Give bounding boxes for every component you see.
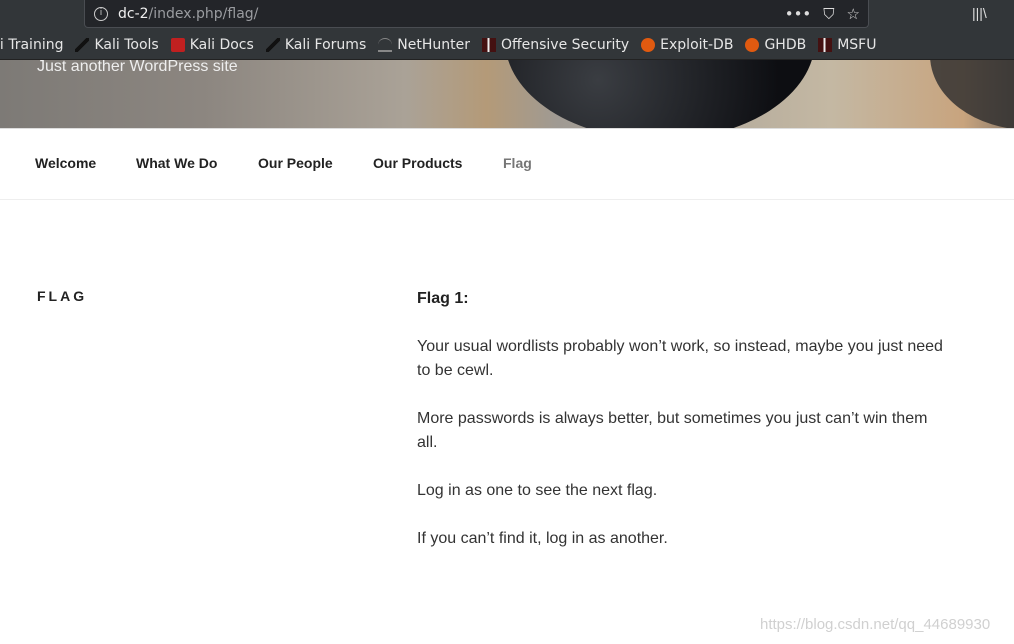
nav-our-products[interactable]: Our Products <box>373 155 462 171</box>
bookmark-label: Exploit-DB <box>660 36 734 53</box>
bookmark-label: GHDB <box>764 36 807 53</box>
nav-what-we-do[interactable]: What We Do <box>136 155 217 171</box>
nav-flag[interactable]: Flag <box>503 155 532 171</box>
url-bar[interactable]: i dc-2/index.php/flag/ ••• ⛉ ☆ <box>84 0 869 28</box>
ghdb-icon <box>745 37 760 52</box>
header-image: Just another WordPress site <box>0 60 1014 128</box>
header-image-object <box>505 60 815 128</box>
bookmark-label: Kali Docs <box>189 36 254 53</box>
bookmark-label: MSFU <box>837 36 877 53</box>
kali-dragon-icon <box>75 37 90 52</box>
paragraph: Your usual wordlists probably won’t work… <box>417 338 943 379</box>
main-navigation: Welcome What We Do Our People Our Produc… <box>0 128 1014 200</box>
star-icon[interactable]: ☆ <box>847 5 860 23</box>
watermark: https://blog.csdn.net/qq_44689930 <box>760 616 991 633</box>
page-content: Flag 1: Your usual wordlists probably wo… <box>417 288 947 575</box>
page-title: FLAG <box>37 288 88 304</box>
paragraph: More passwords is always better, but som… <box>417 410 928 451</box>
browser-toolbar: i dc-2/index.php/flag/ ••• ⛉ ☆ |||\ <box>0 0 1014 30</box>
more-icon[interactable]: ••• <box>785 5 812 23</box>
paragraph: Log in as one to see the next flag. <box>417 482 658 499</box>
bookmark-kali-training[interactable]: li Training <box>0 37 63 53</box>
library-icon[interactable]: |||\ <box>972 5 987 21</box>
nav-welcome[interactable]: Welcome <box>35 155 96 171</box>
info-icon[interactable]: i <box>94 6 108 21</box>
bookmark-kali-docs[interactable]: Kali Docs <box>170 36 254 53</box>
nethunter-icon <box>378 37 393 52</box>
bookmark-ghdb[interactable]: GHDB <box>745 37 806 53</box>
bookmark-nethunter[interactable]: NetHunter <box>378 37 470 53</box>
site-tagline: Just another WordPress site <box>37 60 238 75</box>
bookmark-label: li Training <box>0 36 64 53</box>
header-image-object <box>930 60 1014 128</box>
bookmark-label: Offensive Security <box>500 36 630 53</box>
bookmark-kali-tools[interactable]: Kali Tools <box>75 36 159 53</box>
exploit-db-icon <box>641 37 656 52</box>
nav-our-people[interactable]: Our People <box>258 155 333 171</box>
kali-docs-icon <box>170 37 185 52</box>
paragraph: If you can’t find it, log in as another. <box>417 530 668 547</box>
bookmark-exploit-db[interactable]: Exploit-DB <box>641 37 733 53</box>
content-heading: Flag 1: <box>417 290 469 307</box>
pocket-icon[interactable]: ⛉ <box>823 5 834 23</box>
msfu-icon <box>818 37 833 52</box>
bookmark-label: Kali Forums <box>284 36 367 53</box>
kali-dragon-icon <box>265 37 280 52</box>
bookmarks-bar: li Training Kali Tools Kali Docs Kali Fo… <box>0 30 1014 60</box>
offsec-icon <box>481 37 496 52</box>
bookmark-kali-forums[interactable]: Kali Forums <box>265 36 367 53</box>
url-path: /index.php/flag/ <box>148 5 259 22</box>
bookmark-label: NetHunter <box>397 36 470 53</box>
bookmark-label: Kali Tools <box>94 36 159 53</box>
url-host: dc-2 <box>118 5 149 22</box>
bookmark-offensive-security[interactable]: Offensive Security <box>481 36 630 53</box>
bookmark-msfu[interactable]: MSFU <box>818 37 876 53</box>
